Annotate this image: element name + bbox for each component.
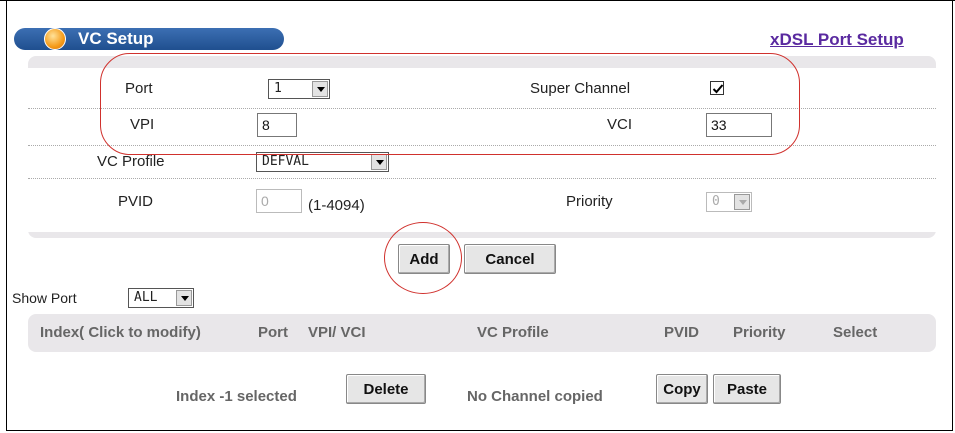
row-divider xyxy=(28,145,936,146)
delete-button[interactable]: Delete xyxy=(346,374,426,404)
vpi-input[interactable]: 8 xyxy=(257,113,297,137)
vci-input[interactable]: 33 xyxy=(706,113,772,137)
vc-profile-select-value: DEFVAL xyxy=(262,154,309,169)
vci-label: VCI xyxy=(607,116,633,133)
row-divider xyxy=(28,178,936,179)
pvid-range-hint: (1-4094) xyxy=(308,197,365,214)
dropdown-arrow-icon xyxy=(176,290,192,306)
show-port-select[interactable]: ALL xyxy=(128,288,194,308)
vpi-label: VPI xyxy=(130,116,155,133)
super-channel-label: Super Channel xyxy=(530,80,631,97)
column-header-vpi-vci: VPI/ VCI xyxy=(308,324,366,341)
selected-index-text: Index -1 selected xyxy=(176,388,297,405)
add-button[interactable]: Add xyxy=(398,244,450,274)
port-select[interactable]: 1 xyxy=(268,79,330,99)
vc-profile-label: VC Profile xyxy=(97,153,165,170)
dropdown-arrow-icon xyxy=(312,81,328,97)
show-port-select-value: ALL xyxy=(134,290,158,305)
priority-select[interactable]: 0 xyxy=(706,192,752,212)
section-title-bar: VC Setup xyxy=(14,28,284,50)
column-header-priority: Priority xyxy=(733,324,786,341)
column-header-index: Index( Click to modify) xyxy=(40,324,201,341)
priority-select-value: 0 xyxy=(712,194,720,209)
column-header-pvid: PVID xyxy=(664,324,700,341)
show-port-label: Show Port xyxy=(12,290,77,306)
cancel-button[interactable]: Cancel xyxy=(464,244,556,274)
paste-button[interactable]: Paste xyxy=(713,374,781,404)
copied-status-text: No Channel copied xyxy=(467,388,603,405)
orb-icon xyxy=(44,28,66,50)
copy-button[interactable]: Copy xyxy=(656,374,708,404)
dropdown-arrow-icon xyxy=(371,154,387,170)
dropdown-arrow-icon xyxy=(734,194,750,210)
page-title: VC Setup xyxy=(78,29,154,48)
row-divider xyxy=(28,108,936,109)
xdsl-port-setup-link[interactable]: xDSL Port Setup xyxy=(770,30,904,50)
checkmark-icon xyxy=(712,84,724,94)
column-header-port: Port xyxy=(258,324,288,341)
column-header-vc-profile: VC Profile xyxy=(477,324,549,341)
column-header-select: Select xyxy=(833,324,878,341)
port-select-value: 1 xyxy=(274,81,282,96)
port-label: Port xyxy=(125,80,153,97)
vc-profile-select[interactable]: DEFVAL xyxy=(256,152,389,172)
pvid-input[interactable]: 0 xyxy=(256,189,302,213)
super-channel-checkbox[interactable] xyxy=(710,81,724,95)
pvid-label: PVID xyxy=(118,193,154,210)
form-panel-body xyxy=(28,68,936,232)
priority-label: Priority xyxy=(566,193,613,210)
